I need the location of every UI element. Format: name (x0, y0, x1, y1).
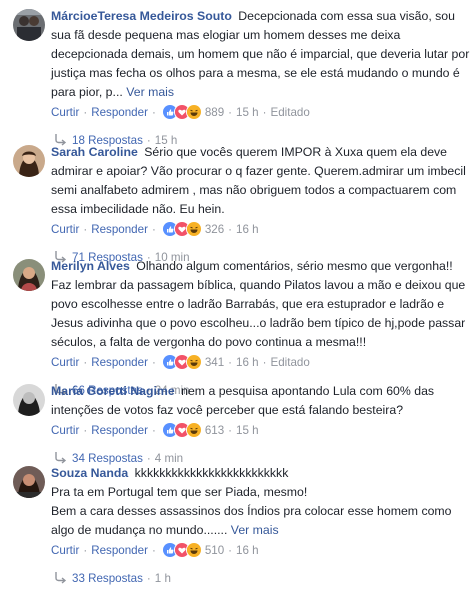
comment: Maria Goretti Nagime nem a pesquisa apon… (0, 377, 476, 465)
reactions-summary[interactable] (161, 422, 202, 438)
haha-reaction-icon (185, 354, 202, 370)
comment: MárcioeTeresa Medeiros Souto Decepcionad… (0, 0, 476, 147)
avatar[interactable] (13, 145, 45, 177)
reaction-count[interactable]: 510 (205, 544, 224, 557)
avatar[interactable] (13, 259, 45, 291)
comment-body: Merilyn Alves Olhando algum comentários,… (51, 257, 476, 352)
replies-time: 1 h (154, 571, 171, 585)
comment-body: Souza Nanda kkkkkkkkkkkkkkkkkkkkkkkkk Pr… (51, 464, 476, 540)
avatar[interactable] (13, 9, 45, 41)
comment-timestamp[interactable]: 16 h (236, 223, 259, 236)
reply-button[interactable]: Responder (91, 544, 148, 557)
comment-actions: Curtir · Responder · 510 · 16 h (51, 542, 259, 558)
reactions-summary[interactable] (161, 542, 202, 558)
haha-reaction-icon (185, 542, 202, 558)
like-button[interactable]: Curtir (51, 424, 79, 437)
reactions-summary[interactable] (161, 221, 202, 237)
reactions-summary[interactable] (161, 354, 202, 370)
reply-button[interactable]: Responder (91, 106, 148, 119)
reply-button[interactable]: Responder (91, 424, 148, 437)
reply-button[interactable]: Responder (91, 223, 148, 236)
comment-author[interactable]: MárcioeTeresa Medeiros Souto (51, 9, 232, 23)
reply-arrow-icon (55, 572, 67, 584)
reaction-count[interactable]: 341 (205, 356, 224, 369)
haha-reaction-icon (185, 422, 202, 438)
comment-body: Maria Goretti Nagime nem a pesquisa apon… (51, 382, 476, 420)
like-button[interactable]: Curtir (51, 544, 79, 557)
comment-actions: Curtir · Responder · 613 · 15 h (51, 422, 259, 438)
comment-actions: Curtir · Responder · 326 · 16 h (51, 221, 259, 237)
avatar[interactable] (13, 466, 45, 498)
comment-author[interactable]: Souza Nanda (51, 466, 128, 480)
reaction-count[interactable]: 889 (205, 106, 224, 119)
comment-body: MárcioeTeresa Medeiros Souto Decepcionad… (51, 7, 476, 102)
replies-row[interactable]: 33 Respostas · 1 h (51, 568, 476, 588)
like-button[interactable]: Curtir (51, 223, 79, 236)
reactions-summary[interactable] (161, 104, 202, 120)
like-button[interactable]: Curtir (51, 356, 79, 369)
edited-label[interactable]: Editado (270, 106, 309, 119)
replies-link[interactable]: 33 Respostas (72, 572, 143, 585)
comment-author[interactable]: Maria Goretti Nagime (51, 384, 175, 398)
comment-actions: Curtir · Responder · 889 · 15 h · Editad… (51, 104, 310, 120)
comment-author[interactable]: Merilyn Alves (51, 259, 130, 273)
comment-timestamp[interactable]: 15 h (236, 424, 259, 437)
reaction-count[interactable]: 613 (205, 424, 224, 437)
edited-label[interactable]: Editado (270, 356, 309, 369)
comment: Souza Nanda kkkkkkkkkkkkkkkkkkkkkkkkk Pr… (0, 459, 476, 585)
comment: Merilyn Alves Olhando algum comentários,… (0, 253, 476, 397)
comment-author[interactable]: Sarah Caroline (51, 145, 138, 159)
haha-reaction-icon (185, 104, 202, 120)
comment-timestamp[interactable]: 16 h (236, 544, 259, 557)
comments-list: MárcioeTeresa Medeiros Souto Decepcionad… (0, 0, 476, 585)
comment-timestamp[interactable]: 16 h (236, 356, 259, 369)
see-more-link[interactable]: Ver mais (126, 85, 174, 99)
haha-reaction-icon (185, 221, 202, 237)
comment-timestamp[interactable]: 15 h (236, 106, 259, 119)
comment-body: Sarah Caroline Sério que vocês querem IM… (51, 143, 476, 219)
avatar[interactable] (13, 384, 45, 416)
comment: Sarah Caroline Sério que vocês querem IM… (0, 143, 476, 264)
reply-button[interactable]: Responder (91, 356, 148, 369)
reaction-count[interactable]: 326 (205, 223, 224, 236)
see-more-link[interactable]: Ver mais (231, 523, 279, 537)
like-button[interactable]: Curtir (51, 106, 79, 119)
comment-actions: Curtir · Responder · 341 · 16 h · Editad… (51, 354, 310, 370)
